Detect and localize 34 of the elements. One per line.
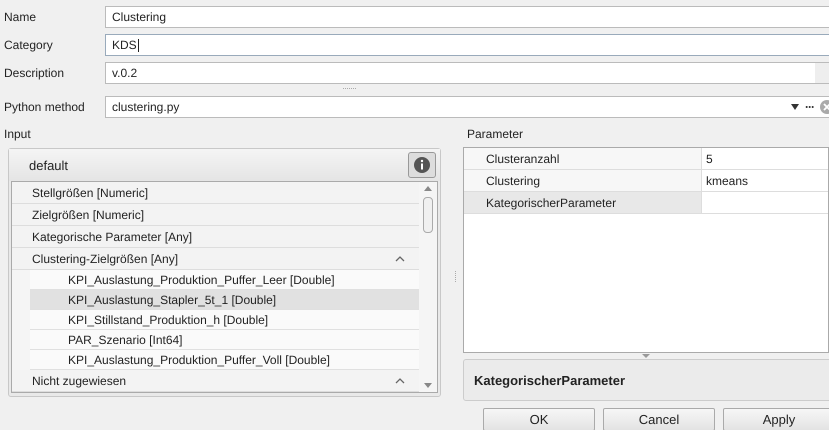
scroll-up-icon[interactable] [424,186,432,191]
table-cell[interactable]: 5 [702,148,828,169]
list-item[interactable]: PAR_Szenario [Int64] [30,330,419,350]
dropdown-icon[interactable] [791,104,799,110]
text-field[interactable]: KDS [105,34,829,56]
description-text: KategorischerParameter [474,372,626,388]
scroll-down-icon[interactable] [424,383,432,388]
list-item[interactable]: KPI_Auslastung_Produktion_Puffer_Leer [Double] [30,270,419,290]
field-label: Description [3,66,66,80]
list-item[interactable]: KPI_Auslastung_Stapler_5t_1 [Double] [30,290,419,310]
list-item[interactable]: KPI_Auslastung_Produktion_Puffer_Voll [Double] [30,350,419,370]
text-field[interactable]: v.0.2 [105,62,829,84]
section-label: Parameter [466,126,524,143]
field-label: Category [3,38,54,52]
table-cell[interactable]: kmeans [702,170,828,191]
section-label: Input [3,126,32,143]
scrollbar-thumb[interactable] [423,197,433,233]
info-button[interactable] [408,152,436,178]
field-label: Python method [3,100,86,114]
dialog-button[interactable]: Cancel [603,408,715,430]
info-icon [413,156,431,174]
more-button[interactable]: ··· [805,100,814,114]
list-item[interactable]: KPI_Stillstand_Produktion_h [Double] [30,310,419,330]
table-cell[interactable]: Clustering [464,170,702,191]
dialog-button[interactable]: Apply [723,408,829,430]
dialog-button[interactable]: OK [483,408,595,430]
field-label: Name [3,10,38,24]
collapse-icon[interactable] [395,256,405,262]
table-cell[interactable]: KategorischerParameter [464,192,702,213]
combo-box[interactable]: clustering.py ··· [105,96,829,118]
collapse-icon[interactable] [395,378,405,384]
table-cell[interactable]: Clusteranzahl [464,148,702,169]
text-field[interactable]: Clustering [105,6,829,28]
panel-title: default [29,158,68,172]
